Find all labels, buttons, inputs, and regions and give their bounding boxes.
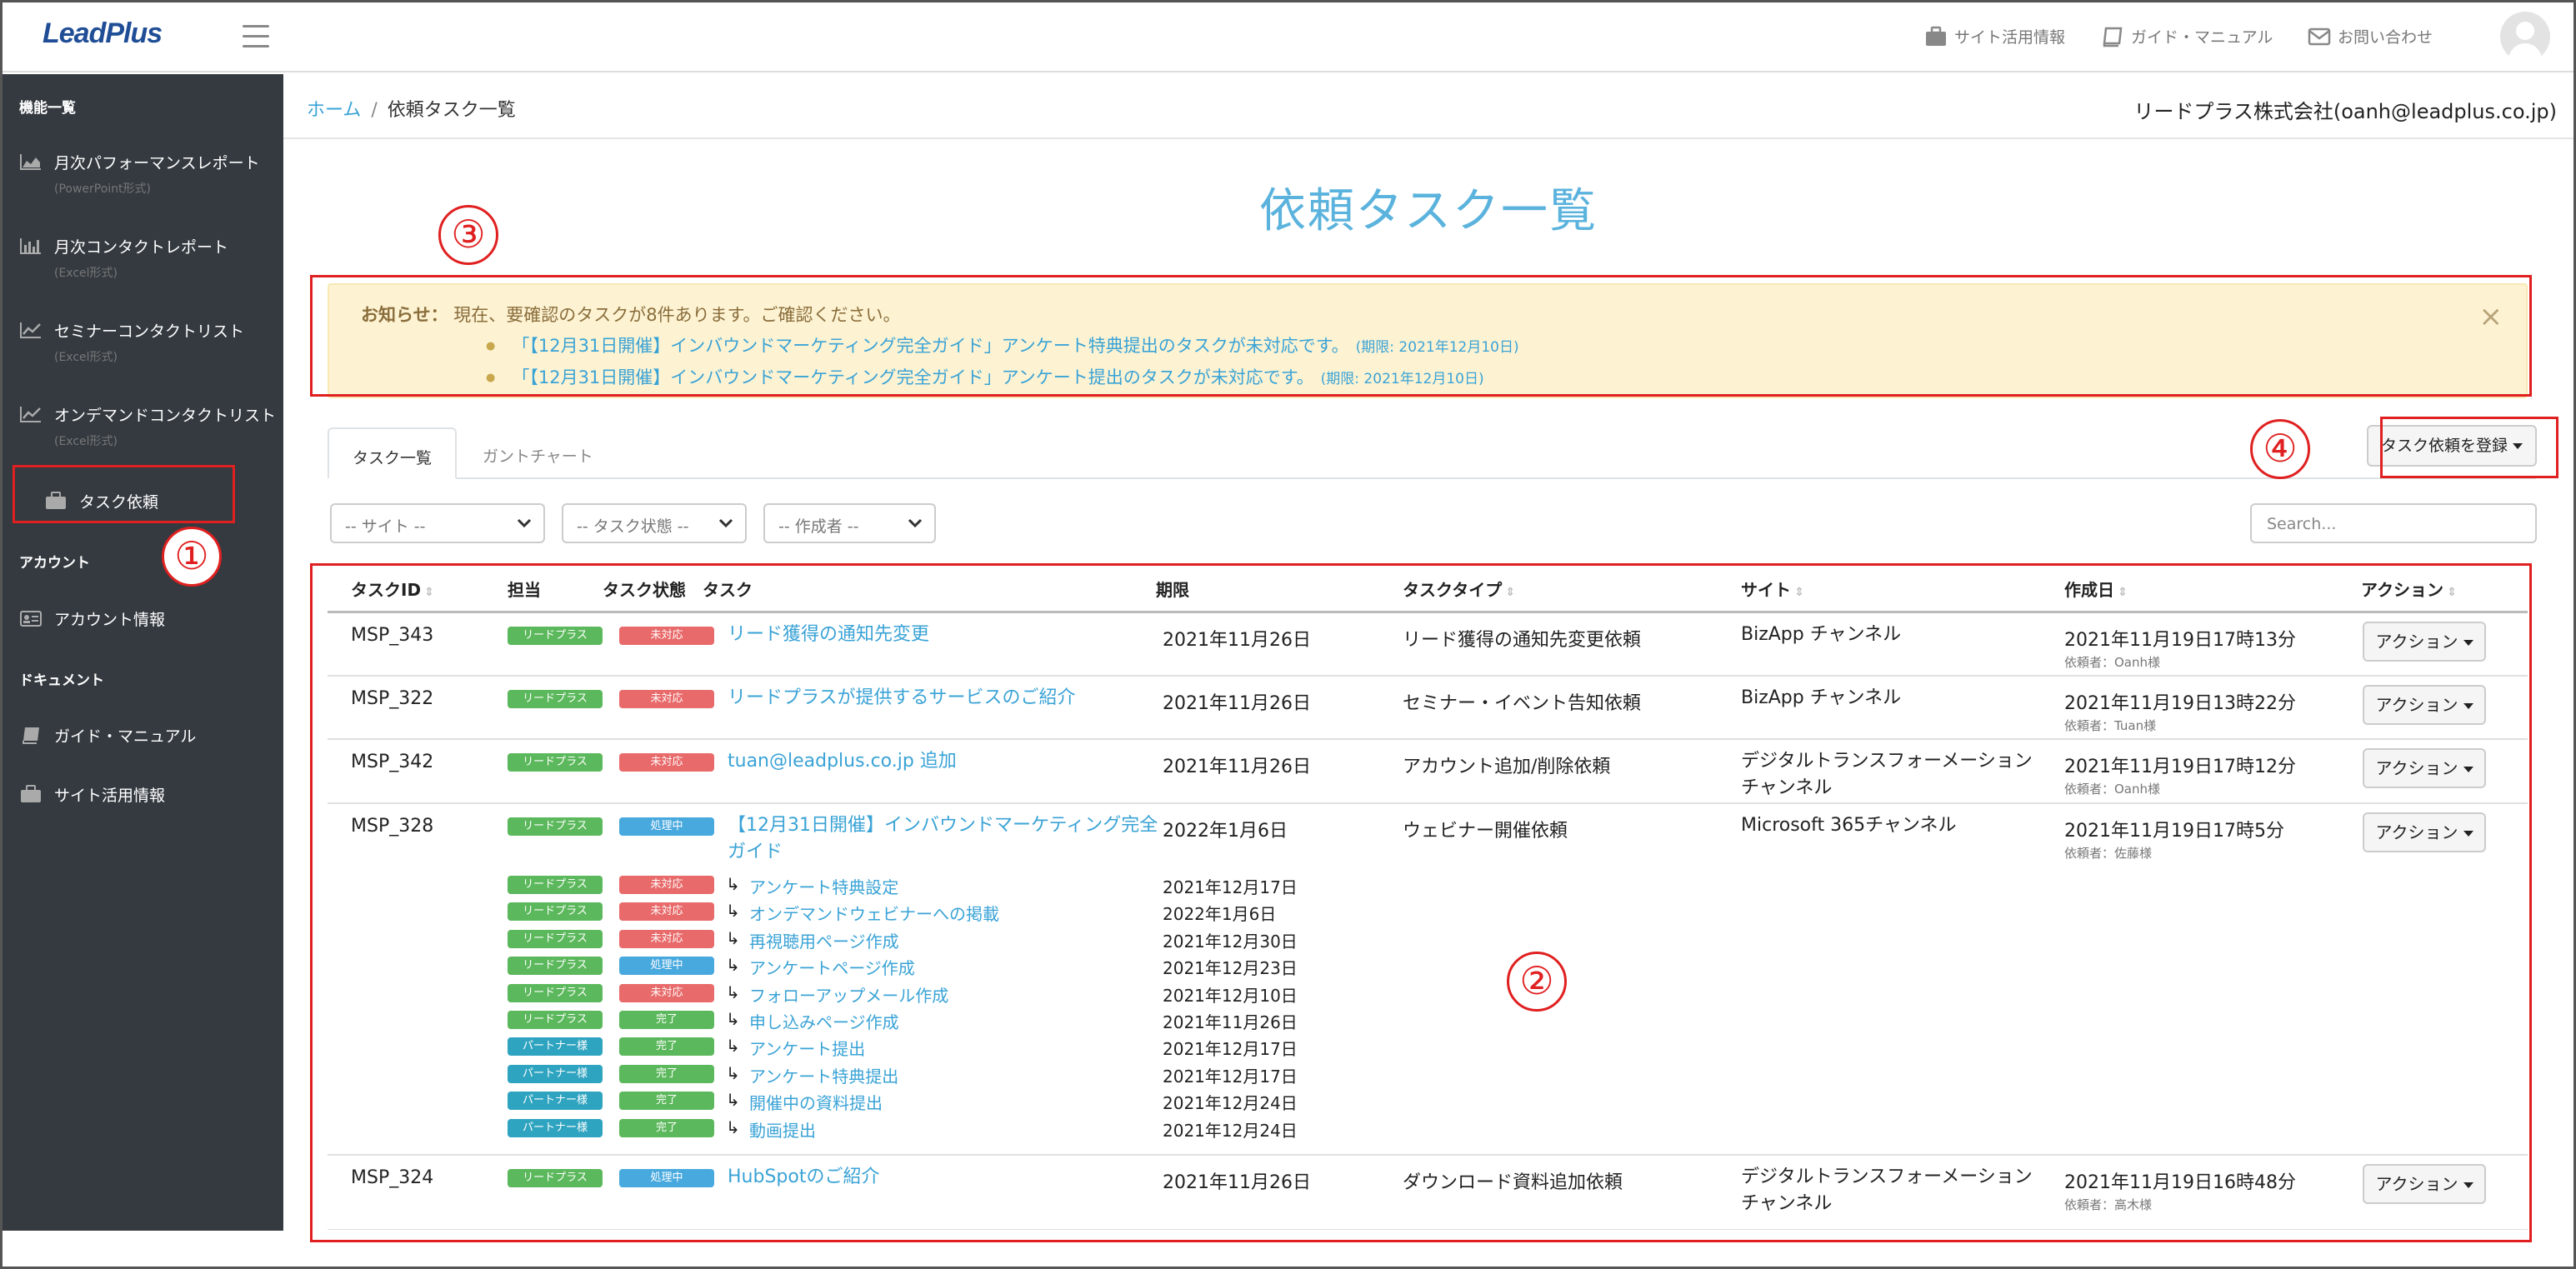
site-filter-value: -- サイト -- bbox=[345, 517, 426, 536]
annotation-box-1 bbox=[13, 465, 235, 523]
menu-toggle-icon[interactable] bbox=[243, 25, 269, 48]
callout-1: ① bbox=[162, 527, 222, 587]
guide-link[interactable]: ガイド・マニュアル bbox=[2101, 25, 2273, 47]
line-chart-icon bbox=[20, 407, 41, 422]
author-filter-select[interactable]: -- 作成者 -- bbox=[763, 503, 936, 543]
sidebar-item-label: オンデマンドコンタクトリスト bbox=[54, 407, 277, 425]
tab-bar: タスク一覧 ガントチャート bbox=[328, 427, 2536, 479]
page-title: 依頼タスク一覧 bbox=[1259, 184, 1598, 238]
sidebar-item-label: 月次コンタクトレポート bbox=[54, 238, 229, 257]
top-navbar: LeadPlus サイト活用情報 ガイド・マニュアル お問い合わせ bbox=[3, 2, 2573, 72]
sidebar-section-features: 機能一覧 bbox=[19, 100, 76, 117]
guide-label: ガイド・マニュアル bbox=[2131, 28, 2273, 47]
sidebar-item-seminar-contact[interactable]: セミナーコンタクトリスト (Excel形式) bbox=[19, 319, 278, 365]
app-logo[interactable]: LeadPlus bbox=[43, 17, 163, 50]
annotation-box-3 bbox=[310, 275, 2532, 397]
breadcrumb-home-link[interactable]: ホーム bbox=[307, 100, 361, 121]
chevron-down-icon bbox=[908, 518, 923, 528]
contact-label: お問い合わせ bbox=[2338, 28, 2433, 47]
id-card-icon bbox=[20, 611, 42, 627]
user-avatar[interactable] bbox=[2500, 12, 2550, 62]
site-filter-select[interactable]: -- サイト -- bbox=[330, 503, 545, 543]
search-placeholder: Search... bbox=[2267, 515, 2337, 533]
sidebar: 機能一覧 月次パフォーマンスレポート (PowerPoint形式) 月次コンタクト… bbox=[3, 74, 283, 1231]
sidebar-item-guide[interactable]: ガイド・マニュアル bbox=[19, 724, 278, 747]
chevron-down-icon bbox=[517, 518, 532, 528]
sidebar-item-monthly-contact[interactable]: 月次コンタクトレポート (Excel形式) bbox=[19, 235, 278, 281]
annotation-box-4 bbox=[2380, 417, 2558, 478]
site-info-link[interactable]: サイト活用情報 bbox=[1924, 25, 2065, 47]
site-info-label: サイト活用情報 bbox=[1954, 28, 2066, 47]
status-filter-value: -- タスク状態 -- bbox=[577, 517, 689, 536]
sidebar-item-label: ガイド・マニュアル bbox=[54, 727, 197, 746]
search-input[interactable]: Search... bbox=[2250, 503, 2537, 543]
annotation-box-2 bbox=[310, 563, 2532, 1242]
sidebar-item-sub: (Excel形式) bbox=[54, 435, 118, 448]
callout-2: ② bbox=[1507, 952, 1567, 1012]
breadcrumb-separator: / bbox=[371, 100, 378, 121]
sidebar-item-sub: (Excel形式) bbox=[54, 267, 118, 280]
breadcrumb-current: 依頼タスク一覧 bbox=[387, 100, 516, 121]
book-icon bbox=[23, 727, 39, 744]
status-filter-select[interactable]: -- タスク状態 -- bbox=[562, 503, 747, 543]
author-filter-value: -- 作成者 -- bbox=[778, 517, 859, 536]
breadcrumb: ホーム / 依頼タスク一覧 bbox=[307, 95, 516, 122]
briefcase-icon bbox=[21, 785, 41, 802]
sidebar-item-label: アカウント情報 bbox=[54, 611, 166, 629]
callout-3: ③ bbox=[438, 205, 498, 265]
tab-gantt-chart[interactable]: ガントチャート bbox=[459, 427, 617, 479]
sidebar-item-sub: (PowerPoint形式) bbox=[54, 182, 152, 196]
area-chart-icon bbox=[20, 154, 41, 170]
sidebar-item-ondemand-contact[interactable]: オンデマンドコンタクトリスト (Excel形式) bbox=[19, 403, 278, 449]
book-icon bbox=[2103, 27, 2123, 47]
sidebar-item-label: セミナーコンタクトリスト bbox=[54, 322, 245, 341]
sidebar-item-label: 月次パフォーマンスレポート bbox=[54, 154, 260, 172]
envelope-icon bbox=[2308, 27, 2331, 45]
briefcase-icon bbox=[1926, 26, 1946, 46]
line-chart-icon bbox=[20, 322, 41, 338]
user-info: リードプラス株式会社(oanh@leadplus.co.jp) bbox=[2133, 100, 2557, 123]
tab-task-list[interactable]: タスク一覧 bbox=[328, 427, 458, 479]
contact-link[interactable]: お問い合わせ bbox=[2308, 25, 2433, 47]
sidebar-item-site-info[interactable]: サイト活用情報 bbox=[19, 783, 278, 806]
sidebar-section-account: アカウント bbox=[19, 555, 90, 572]
sidebar-section-document: ドキュメント bbox=[19, 672, 104, 689]
sidebar-item-sub: (Excel形式) bbox=[54, 351, 118, 364]
sidebar-item-label: サイト活用情報 bbox=[54, 787, 166, 805]
breadcrumb-bar: ホーム / 依頼タスク一覧 リードプラス株式会社(oanh@leadplus.co.… bbox=[283, 74, 2573, 139]
sidebar-item-account-info[interactable]: アカウント情報 bbox=[19, 607, 278, 630]
sidebar-item-monthly-performance[interactable]: 月次パフォーマンスレポート (PowerPoint形式) bbox=[19, 151, 278, 197]
bar-chart-icon bbox=[20, 238, 41, 254]
chevron-down-icon bbox=[718, 518, 733, 528]
callout-4: ④ bbox=[2250, 419, 2310, 479]
